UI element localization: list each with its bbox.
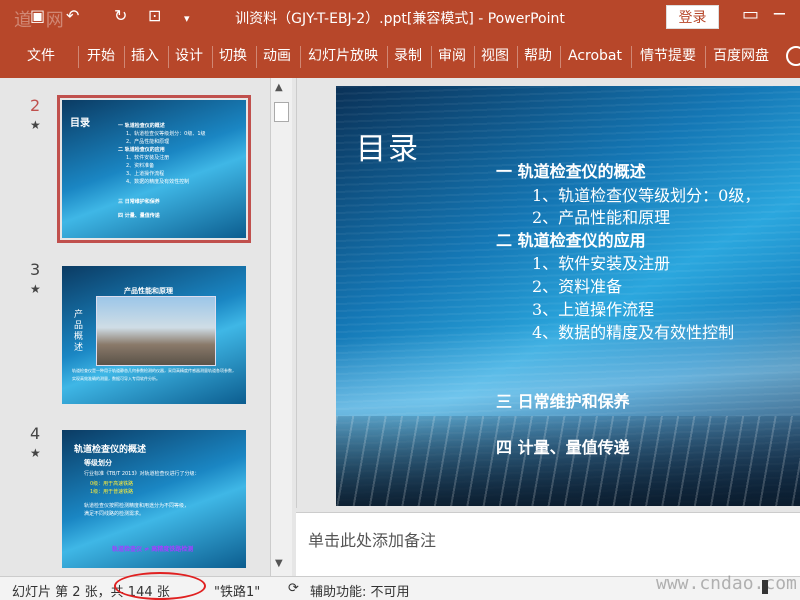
accessibility-status[interactable]: 辅助功能: 不可用 xyxy=(310,581,410,600)
toc-section-4[interactable]: 四 计量、量值传递 xyxy=(496,434,630,458)
tab-insert[interactable]: 插入 xyxy=(125,36,165,78)
tab-transitions[interactable]: 切换 xyxy=(213,36,253,78)
current-slide[interactable]: 目录 一 轨道检查仪的概述 1、轨道检查仪等级划分：0级， 2、产品性能和原理 … xyxy=(336,86,800,506)
tab-view[interactable]: 视图 xyxy=(475,36,515,78)
tab-baidu-netdisk[interactable]: 百度网盘 xyxy=(706,36,776,78)
slide-thumbnail-4[interactable]: 轨道检查仪的概述 等级划分 行业标准《TB/T 2013》对轨道检查仪进行了分级… xyxy=(62,430,246,568)
tab-help[interactable]: 帮助 xyxy=(518,36,558,78)
title-bar: 道 网 ▣ ↶ ↻ ⊡ ▾ 训资料（GJY-T-EBJ-2）.ppt[兼容模式]… xyxy=(0,0,800,36)
toc-item[interactable]: 2、资料准备 xyxy=(532,273,622,297)
theme-name: "铁路1" xyxy=(214,585,261,600)
tab-record[interactable]: 录制 xyxy=(388,36,428,78)
tab-storyboard[interactable]: 情节提要 xyxy=(633,36,703,78)
login-button[interactable]: 登录 xyxy=(666,5,719,29)
ribbon-tabs: 文件 开始 插入 设计 切换 动画 幻灯片放映 录制 审阅 视图 帮助 Acro… xyxy=(0,36,800,78)
minimize-icon[interactable]: ─ xyxy=(774,4,785,25)
notes-placeholder: 单击此处添加备注 xyxy=(308,531,437,550)
notes-pane[interactable]: 单击此处添加备注 xyxy=(296,512,800,576)
accessibility-icon[interactable]: ⟳ xyxy=(288,581,299,596)
scroll-thumb[interactable] xyxy=(274,102,289,122)
toc-section-1[interactable]: 一 轨道检查仪的概述 xyxy=(496,158,646,182)
watermark-url: www.cndao.com xyxy=(656,573,797,594)
thumbnail-scrollbar[interactable]: ▲ ▼ xyxy=(270,78,292,576)
toc-item[interactable]: 2、产品性能和原理 xyxy=(532,204,670,228)
thumbnail-number: 2 xyxy=(30,96,41,115)
tab-design[interactable]: 设计 xyxy=(169,36,209,78)
slide-title[interactable]: 目录 xyxy=(356,124,420,168)
toc-item[interactable]: 1、轨道检查仪等级划分：0级， xyxy=(532,182,760,206)
ribbon-display-icon[interactable]: ▭ xyxy=(742,4,759,25)
animation-star-icon: ★ xyxy=(30,118,41,132)
tab-review[interactable]: 审阅 xyxy=(432,36,472,78)
thumbnail-pane: 2 ★ 目录 一 轨道检查仪的概述 1、轨道检查仪等级划分：0级、1级 2、产品… xyxy=(0,78,296,576)
toc-item[interactable]: 3、上道操作流程 xyxy=(532,296,654,320)
tab-acrobat[interactable]: Acrobat xyxy=(562,36,628,78)
tab-file[interactable]: 文件 xyxy=(18,36,64,78)
toc-item[interactable]: 1、软件安装及注册 xyxy=(532,250,670,274)
railway-background xyxy=(336,416,800,506)
tab-home[interactable]: 开始 xyxy=(80,36,122,78)
scroll-down-icon[interactable]: ▼ xyxy=(275,558,283,569)
animation-star-icon: ★ xyxy=(30,282,41,296)
toc-section-2[interactable]: 二 轨道检查仪的应用 xyxy=(496,227,646,251)
slide-thumbnail-2[interactable]: 目录 一 轨道检查仪的概述 1、轨道检查仪等级划分：0级、1级 2、产品性能和原… xyxy=(57,95,251,243)
thumbnail-number: 3 xyxy=(30,260,41,279)
toc-item[interactable]: 4、数据的精度及有效性控制 xyxy=(532,319,734,343)
slide-thumbnail-3[interactable]: 产品性能和原理 产品概述 轨道检查仪是一种用于轨道静态几何参数检测的仪器，采用高… xyxy=(62,266,246,404)
scroll-up-icon[interactable]: ▲ xyxy=(275,82,283,93)
tab-animations[interactable]: 动画 xyxy=(257,36,297,78)
lightbulb-icon[interactable] xyxy=(786,46,800,66)
photo-track-measurement xyxy=(96,296,216,366)
zoom-slider-handle[interactable] xyxy=(762,580,768,594)
animation-star-icon: ★ xyxy=(30,446,41,460)
toc-section-3[interactable]: 三 日常维护和保养 xyxy=(496,388,630,412)
highlight-circle xyxy=(114,572,206,600)
thumbnail-number: 4 xyxy=(30,424,41,443)
tab-slideshow[interactable]: 幻灯片放映 xyxy=(301,36,385,78)
